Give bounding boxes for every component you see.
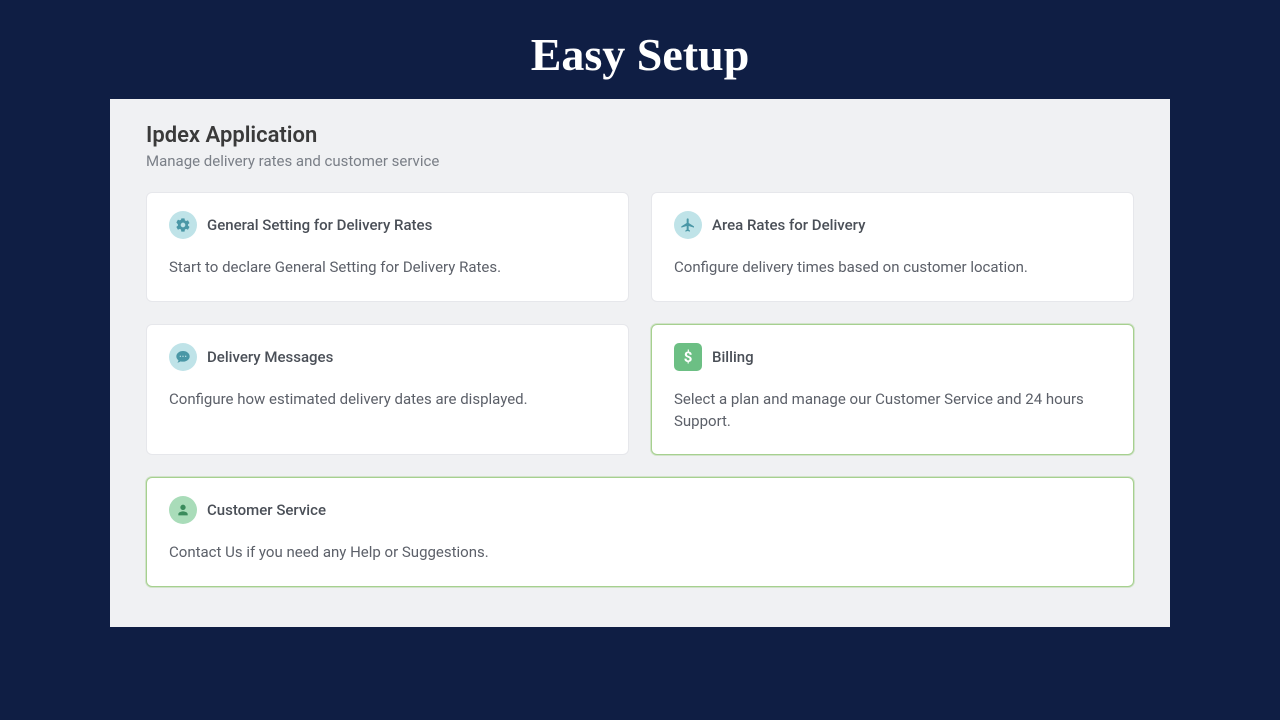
chat-icon: [169, 343, 197, 371]
card-head: $ Billing: [674, 343, 1111, 371]
card-head: Customer Service: [169, 496, 1111, 524]
card-desc: Select a plan and manage our Customer Se…: [674, 389, 1111, 433]
hero-title: Easy Setup: [0, 0, 1280, 99]
card-desc: Configure how estimated delivery dates a…: [169, 389, 606, 411]
card-head: General Setting for Delivery Rates: [169, 211, 606, 239]
gear-icon: [169, 211, 197, 239]
card-title: Area Rates for Delivery: [712, 216, 865, 234]
card-customer-service[interactable]: Customer Service Contact Us if you need …: [146, 477, 1134, 587]
card-title: Billing: [712, 348, 754, 366]
plane-icon: [674, 211, 702, 239]
card-desc: Configure delivery times based on custom…: [674, 257, 1111, 279]
card-title: Customer Service: [207, 501, 326, 519]
page-title: Ipdex Application: [146, 123, 1134, 148]
person-icon: [169, 496, 197, 524]
card-desc: Start to declare General Setting for Del…: [169, 257, 606, 279]
card-head: Area Rates for Delivery: [674, 211, 1111, 239]
card-head: Delivery Messages: [169, 343, 606, 371]
card-billing[interactable]: $ Billing Select a plan and manage our C…: [651, 324, 1134, 456]
card-general-settings[interactable]: General Setting for Delivery Rates Start…: [146, 192, 629, 302]
dollar-icon: $: [674, 343, 702, 371]
card-delivery-messages[interactable]: Delivery Messages Configure how estimate…: [146, 324, 629, 456]
card-title: Delivery Messages: [207, 348, 333, 366]
page-subtitle: Manage delivery rates and customer servi…: [146, 152, 1134, 170]
card-title: General Setting for Delivery Rates: [207, 216, 432, 234]
cards-grid: General Setting for Delivery Rates Start…: [146, 192, 1134, 587]
app-panel: Ipdex Application Manage delivery rates …: [110, 99, 1170, 627]
card-desc: Contact Us if you need any Help or Sugge…: [169, 542, 1111, 564]
card-area-rates[interactable]: Area Rates for Delivery Configure delive…: [651, 192, 1134, 302]
